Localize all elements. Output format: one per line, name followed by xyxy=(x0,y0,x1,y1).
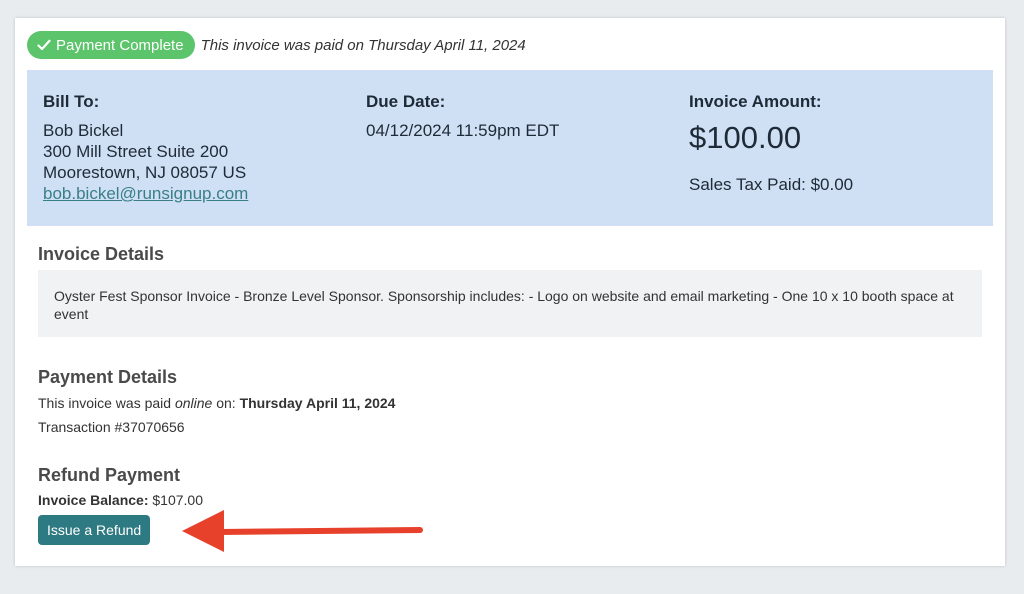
invoice-details-title: Invoice Details xyxy=(38,244,165,264)
paid-date: Thursday April 11, 2024 xyxy=(239,395,396,411)
due-date-value: 04/12/2024 11:59pm EDT xyxy=(366,121,560,140)
invoice-amount-heading: Invoice Amount: xyxy=(689,92,822,111)
transaction-number: Transaction #37070656 xyxy=(38,419,185,435)
customer-email-link[interactable]: bob.bickel@runsignup.com xyxy=(43,184,248,203)
customer-name: Bob Bickel xyxy=(43,121,124,140)
bill-to-heading: Bill To: xyxy=(43,92,100,111)
payment-paid-line: This invoice was paid online on: Thursda… xyxy=(38,395,395,411)
paid-note: This invoice was paid on Thursday April … xyxy=(200,36,526,54)
sales-tax-paid: Sales Tax Paid: $0.00 xyxy=(689,175,854,194)
payment-status-row: Payment Complete This invoice was paid o… xyxy=(27,30,526,60)
due-date-heading: Due Date: xyxy=(366,92,446,111)
payment-details-title: Payment Details xyxy=(38,367,178,387)
invoice-card: Payment Complete This invoice was paid o… xyxy=(15,18,1005,566)
invoice-amount-section: Invoice Amount: $100.00 Sales Tax Paid: … xyxy=(689,92,853,195)
bill-to-section: Bill To: Bob Bickel 300 Mill Street Suit… xyxy=(43,92,248,204)
invoice-amount-value: $100.00 xyxy=(689,120,802,155)
pointer-arrow-icon xyxy=(182,510,423,552)
issue-refund-button[interactable]: Issue a Refund xyxy=(38,515,151,545)
due-date-section: Due Date: 04/12/2024 11:59pm EDT xyxy=(366,92,559,141)
paid-on-text: on: xyxy=(212,395,240,411)
address-line-2: Moorestown, NJ 08057 US xyxy=(43,163,247,182)
paid-prefix: This invoice was paid xyxy=(38,395,175,411)
invoice-balance-line: Invoice Balance: $107.00 xyxy=(38,492,203,508)
balance-value: $107.00 xyxy=(148,492,203,508)
billing-summary-panel: Bill To: Bob Bickel 300 Mill Street Suit… xyxy=(27,70,993,226)
refund-payment-title: Refund Payment xyxy=(38,465,181,485)
payment-complete-badge: Payment Complete xyxy=(27,31,195,59)
check-icon xyxy=(37,39,51,51)
invoice-description: Oyster Fest Sponsor Invoice - Bronze Lev… xyxy=(38,270,982,337)
balance-label: Invoice Balance: xyxy=(38,492,149,508)
badge-label: Payment Complete xyxy=(56,36,184,54)
paid-method: online xyxy=(174,395,213,411)
address-line-1: 300 Mill Street Suite 200 xyxy=(43,142,229,161)
